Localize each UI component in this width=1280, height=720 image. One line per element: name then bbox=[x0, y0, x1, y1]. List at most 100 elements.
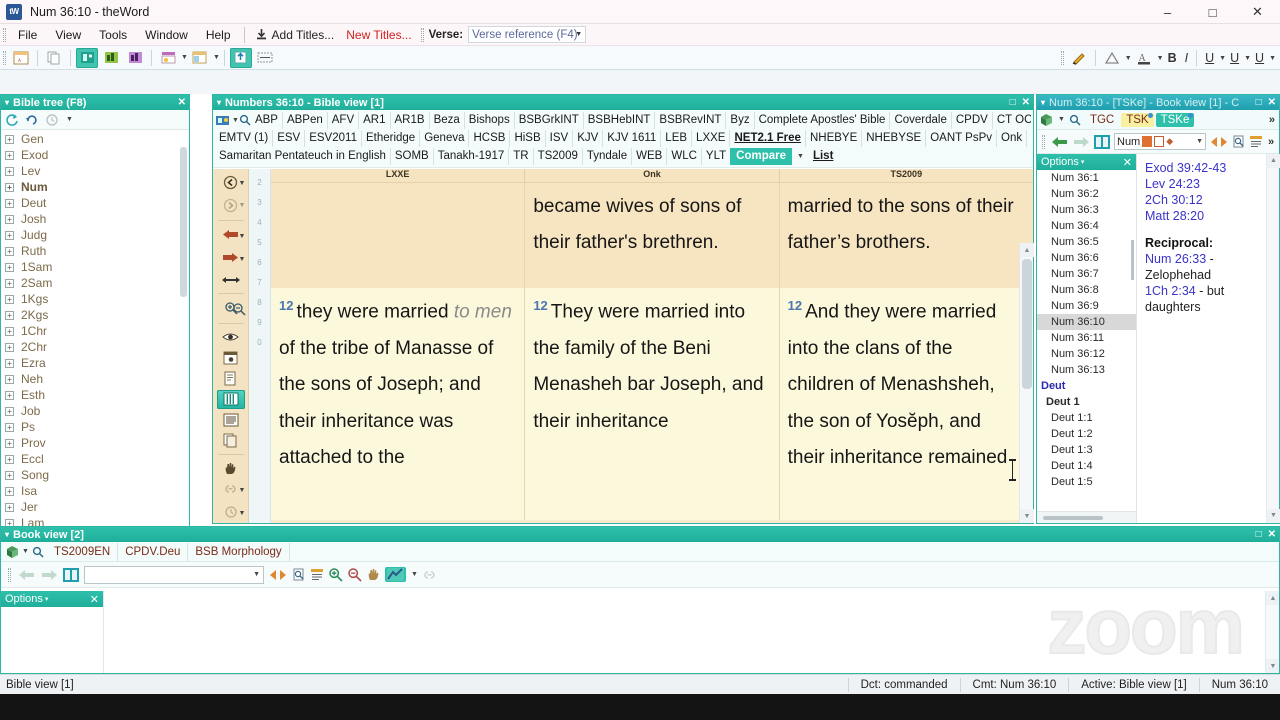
bible-translation-tab-rnkjv[interactable]: RNKJV bbox=[1027, 130, 1031, 147]
reciprocal-link[interactable]: 1Ch 2:34 bbox=[1145, 284, 1196, 298]
book-icon[interactable] bbox=[1093, 134, 1111, 150]
bible-translation-tab-onk[interactable]: Onk bbox=[997, 130, 1027, 147]
bible-translation-tab-kjv-1611[interactable]: KJV 1611 bbox=[603, 130, 661, 147]
bible-tree-item-esth[interactable]: +Esth bbox=[1, 387, 189, 403]
expand-icon[interactable]: + bbox=[5, 391, 14, 400]
verse-reference-input[interactable]: Verse reference (F4) ▼ bbox=[468, 26, 586, 43]
options-close-book[interactable]: ✕ bbox=[90, 593, 99, 606]
bible-translation-tab-bishops[interactable]: Bishops bbox=[465, 112, 515, 129]
bible-tree-item-ps[interactable]: +Ps bbox=[1, 419, 189, 435]
bible-tree-scroll-thumb[interactable] bbox=[180, 147, 187, 297]
menu-tools[interactable]: Tools bbox=[90, 24, 136, 46]
verse-index-item[interactable]: Deut 1:2 bbox=[1037, 426, 1136, 442]
bible-tree-item-num[interactable]: +Num bbox=[1, 179, 189, 195]
previous-verse-row[interactable]: became wives of sons of their father's b… bbox=[271, 183, 1033, 288]
verse-index-hscroll-thumb[interactable] bbox=[1043, 516, 1103, 520]
maximize-button[interactable]: □ bbox=[1190, 0, 1235, 24]
underline-button-1[interactable]: U bbox=[1201, 51, 1218, 65]
bible-module-icon[interactable] bbox=[215, 114, 231, 127]
highlight-caret-icon[interactable]: ▼ bbox=[411, 571, 418, 578]
tab-tsk[interactable]: TSK bbox=[1121, 113, 1153, 127]
link-icon[interactable] bbox=[422, 569, 437, 581]
bible-translation-tab-net2-1-free[interactable]: NET2.1 Free bbox=[730, 130, 805, 147]
bible-tree-item-gen[interactable]: +Gen bbox=[1, 131, 189, 147]
bible-tree-item-josh[interactable]: +Josh bbox=[1, 211, 189, 227]
compare-button[interactable]: Compare bbox=[730, 148, 792, 165]
pen-icon[interactable] bbox=[1101, 48, 1123, 68]
content-scroll-up-icon[interactable]: ▲ bbox=[1267, 154, 1280, 168]
options-bar-book[interactable]: Options ▾ ✕ bbox=[1, 591, 103, 607]
search-page-icon[interactable] bbox=[1232, 135, 1246, 149]
expand-icon[interactable]: + bbox=[5, 279, 14, 288]
bible-tree-item-lev[interactable]: +Lev bbox=[1, 163, 189, 179]
copy-verse-icon[interactable] bbox=[217, 369, 245, 388]
verse-index-item[interactable]: Deut 1:3 bbox=[1037, 442, 1136, 458]
cross-reference-link[interactable]: Exod 39:42-43 bbox=[1145, 160, 1271, 176]
expand-icon[interactable]: + bbox=[5, 167, 14, 176]
bible-translation-tab-emtv-1-[interactable]: EMTV (1) bbox=[215, 130, 273, 147]
bible-translation-tab-nhebyse[interactable]: NHEBYSE bbox=[862, 130, 926, 147]
new-titles-button[interactable]: New Titles... bbox=[340, 24, 417, 46]
verse-index-item[interactable]: Num 36:8 bbox=[1037, 282, 1136, 298]
prev-next-icon[interactable] bbox=[1209, 136, 1229, 148]
copy-icon[interactable] bbox=[217, 431, 245, 450]
bible-translation-tab-ylt[interactable]: YLT bbox=[702, 148, 730, 165]
reference-input[interactable]: Num ◆ ▼ bbox=[1114, 133, 1206, 150]
layout-icon[interactable] bbox=[157, 48, 179, 68]
more-tabs-button[interactable]: » bbox=[1269, 114, 1279, 126]
undo-icon[interactable] bbox=[25, 113, 39, 127]
highlighter-icon[interactable] bbox=[1068, 48, 1090, 68]
eye-icon[interactable] bbox=[217, 328, 245, 347]
expand-icon[interactable]: + bbox=[5, 263, 14, 272]
menu-help[interactable]: Help bbox=[197, 24, 240, 46]
bible-translation-tab-esv[interactable]: ESV bbox=[273, 130, 305, 147]
bible-tree-caption[interactable]: ▾ Bible tree (F8) ✕ bbox=[1, 95, 189, 110]
bible-tree-close[interactable]: ✕ bbox=[178, 95, 186, 110]
bible-translation-tab-somb[interactable]: SOMB bbox=[391, 148, 434, 165]
status-reference[interactable]: Num 36:10 bbox=[1199, 678, 1280, 692]
bible-translation-tab-ar1b[interactable]: AR1B bbox=[391, 112, 430, 129]
bible-tree-item-neh[interactable]: +Neh bbox=[1, 371, 189, 387]
hand-icon[interactable] bbox=[366, 567, 381, 582]
list-view-icon[interactable] bbox=[217, 411, 245, 430]
verse-index-item[interactable]: Num 36:13 bbox=[1037, 362, 1136, 378]
column-header-ts2009[interactable]: TS2009 bbox=[780, 169, 1033, 182]
font-color-caret-icon[interactable]: ▼ bbox=[1157, 55, 1164, 62]
back-icon[interactable] bbox=[1051, 135, 1069, 149]
underline-2-caret-icon[interactable]: ▼ bbox=[1244, 55, 1251, 62]
book-module-caret-icon[interactable]: ▼ bbox=[22, 548, 29, 555]
expand-icon[interactable]: + bbox=[5, 359, 14, 368]
pen-caret-icon[interactable]: ▼ bbox=[1125, 55, 1132, 62]
options-caret-icon-right[interactable]: ▾ bbox=[1081, 158, 1085, 166]
reciprocal-link[interactable]: Num 26:33 bbox=[1145, 252, 1206, 266]
bible-translation-tab-beza[interactable]: Beza bbox=[430, 112, 465, 129]
chevron-down-icon[interactable]: ▼ bbox=[575, 31, 582, 38]
bible-view-caption[interactable]: ▾ Numbers 36:10 - Bible view [1] □ ✕ bbox=[213, 95, 1033, 110]
bible-tree-item-1kgs[interactable]: +1Kgs bbox=[1, 291, 189, 307]
scroll-up-arrow-icon[interactable]: ▲ bbox=[1020, 243, 1034, 257]
compare-caret-icon[interactable]: ▼ bbox=[797, 153, 804, 160]
cross-reference-link[interactable]: Lev 24:23 bbox=[1145, 176, 1271, 192]
book-tab-bsb-morphology[interactable]: BSB Morphology bbox=[188, 543, 289, 561]
hand-icon[interactable] bbox=[217, 459, 245, 478]
options-close-right[interactable]: ✕ bbox=[1123, 156, 1132, 169]
content-scroll-down-icon[interactable]: ▼ bbox=[1267, 509, 1280, 523]
bible-translation-tab-web[interactable]: WEB bbox=[632, 148, 667, 165]
verse-index-hscroll[interactable] bbox=[1037, 511, 1136, 523]
window-layout-caret-icon[interactable]: ▼ bbox=[213, 54, 220, 61]
search-page-icon[interactable] bbox=[292, 568, 306, 582]
verse-index-item[interactable]: Num 36:5 bbox=[1037, 234, 1136, 250]
expand-icon[interactable]: + bbox=[5, 503, 14, 512]
back-icon[interactable] bbox=[18, 568, 36, 582]
font-color-icon[interactable]: A bbox=[1133, 48, 1155, 68]
right-panel-caption[interactable]: ▾ Num 36:10 - [TSKe] - Book view [1] - C… bbox=[1037, 95, 1279, 110]
window-settings-icon[interactable] bbox=[217, 348, 245, 367]
book-content-scrollbar[interactable]: ▲ ▼ bbox=[1265, 591, 1279, 673]
module-picker-caret-icon[interactable]: ▼ bbox=[1058, 116, 1065, 123]
verse-index-list[interactable]: Num 36:1Num 36:2Num 36:3Num 36:4Num 36:5… bbox=[1037, 170, 1136, 509]
right-panel-more-button[interactable]: » bbox=[1268, 136, 1278, 148]
bible-translation-tab-ts2009[interactable]: TS2009 bbox=[534, 148, 583, 165]
bible-module-caret-icon[interactable]: ▼ bbox=[232, 117, 239, 124]
forward-icon[interactable] bbox=[40, 568, 58, 582]
underline-button-2[interactable]: U bbox=[1226, 51, 1243, 65]
